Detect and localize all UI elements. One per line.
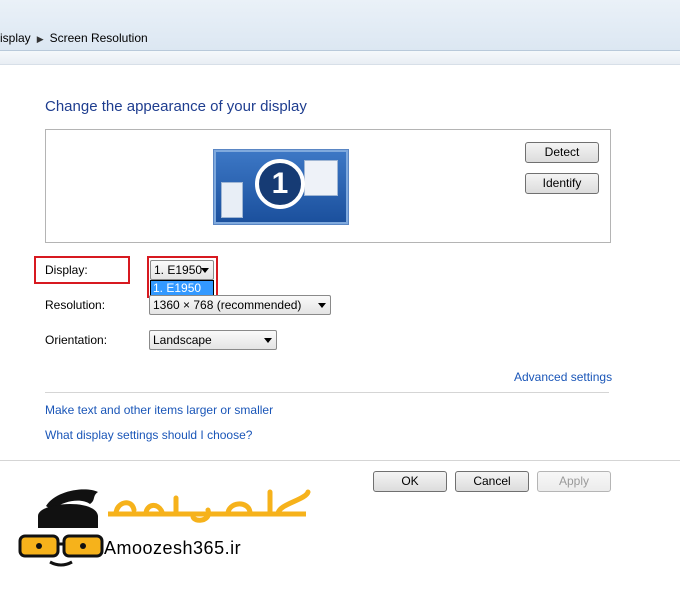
- chevron-down-icon: [201, 268, 209, 273]
- monitor-number: 1: [255, 159, 305, 209]
- window-thumbnail-icon: [304, 160, 338, 196]
- breadcrumb-bar: isplay ▶ Screen Resolution: [0, 0, 680, 51]
- orientation-select-value: Landscape: [153, 333, 212, 347]
- divider: [45, 392, 609, 393]
- window-thumbnail-icon: [221, 182, 243, 218]
- advanced-settings-link[interactable]: Advanced settings: [514, 370, 612, 384]
- display-help-link[interactable]: What display settings should I choose?: [45, 428, 252, 442]
- resolution-label: Resolution:: [45, 298, 106, 312]
- logo-head-icon: [38, 503, 98, 528]
- breadcrumb-item-display[interactable]: isplay: [0, 31, 31, 45]
- logo-latin-text: Amoozesh365.ir: [104, 538, 242, 558]
- orientation-label: Orientation:: [45, 333, 108, 347]
- orientation-select[interactable]: Landscape: [149, 330, 277, 350]
- cancel-button[interactable]: Cancel: [455, 471, 529, 492]
- resolution-select[interactable]: 1360 × 768 (recommended): [149, 295, 331, 315]
- apply-button[interactable]: Apply: [537, 471, 611, 492]
- footer-divider: [0, 460, 680, 461]
- monitor-1-icon[interactable]: 1: [213, 149, 349, 225]
- resolution-select-value: 1360 × 768 (recommended): [153, 298, 302, 312]
- logo-smile-icon: [49, 560, 73, 567]
- chevron-down-icon: [264, 338, 272, 343]
- ok-button[interactable]: OK: [373, 471, 447, 492]
- identify-button[interactable]: Identify: [525, 173, 599, 194]
- logo-persian-wordmark: [108, 489, 311, 523]
- page-title: Change the appearance of your display: [45, 98, 307, 115]
- display-select-value: 1. E1950: [154, 263, 203, 277]
- display-preview-panel: 1 Detect Identify: [45, 129, 611, 243]
- display-option-e1950[interactable]: 1. E1950: [151, 281, 213, 296]
- display-select[interactable]: 1. E1950: [150, 260, 214, 280]
- chevron-down-icon: [318, 303, 326, 308]
- text-size-link[interactable]: Make text and other items larger or smal…: [45, 403, 273, 417]
- display-label: Display:: [45, 263, 88, 277]
- toolbar-strip: [0, 51, 680, 65]
- breadcrumb: isplay ▶ Screen Resolution: [0, 31, 148, 45]
- breadcrumb-separator-icon[interactable]: ▶: [37, 34, 44, 45]
- breadcrumb-item-screen-resolution[interactable]: Screen Resolution: [50, 31, 148, 45]
- detect-button[interactable]: Detect: [525, 142, 599, 163]
